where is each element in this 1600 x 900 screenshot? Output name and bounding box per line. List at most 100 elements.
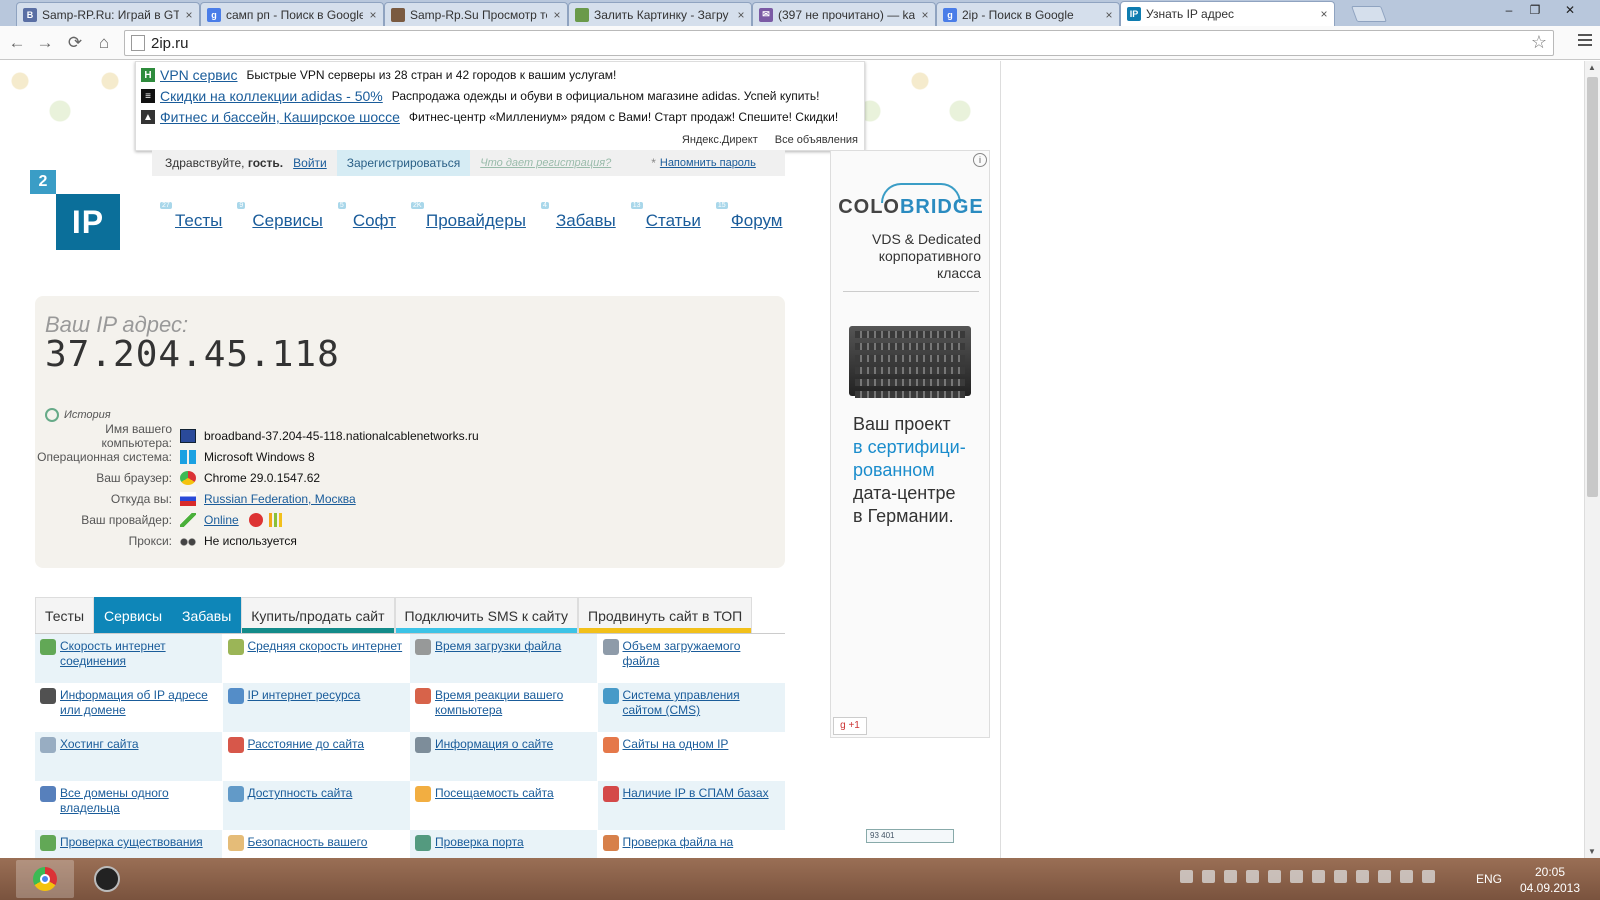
all-ads-link[interactable]: Все объявления [775, 134, 858, 146]
section-tab[interactable]: Продвинуть сайт в ТОП [578, 597, 753, 633]
browser-tab[interactable]: g 2ip - Поиск в Google × [936, 2, 1120, 26]
register-button[interactable]: Зарегистрироваться [336, 150, 471, 176]
browser-tab[interactable]: g самп рп - Поиск в Google × [200, 2, 384, 26]
logo-ip[interactable]: IP [56, 194, 120, 250]
service-item[interactable]: Проверка порта [410, 830, 597, 858]
service-item[interactable]: Проверка файла на [598, 830, 785, 858]
tray-bluetooth-icon[interactable] [1246, 870, 1259, 883]
address-url[interactable]: 2ip.ru [151, 35, 189, 52]
service-link[interactable]: Посещаемость сайта [435, 786, 554, 801]
nav-link[interactable]: Статьи [646, 211, 701, 230]
nav-link[interactable]: Форум [731, 211, 783, 230]
tray-speaker-muted-icon[interactable] [1290, 870, 1303, 883]
tray-nvidia-icon[interactable] [1312, 870, 1325, 883]
section-tab[interactable]: Забавы [172, 597, 242, 633]
direct-ad-title[interactable]: VPN сервис [160, 67, 238, 83]
service-link[interactable]: IP интернет ресурса [248, 688, 361, 703]
service-item[interactable]: Расстояние до сайта [223, 732, 410, 781]
ad-info-icon[interactable]: i [973, 153, 987, 167]
service-link[interactable]: Все домены одного владельца [60, 786, 217, 816]
tray-arrow-icon[interactable] [1180, 870, 1193, 883]
service-item[interactable]: Доступность сайта [222, 781, 410, 830]
service-item[interactable]: Объем загружаемого файла [598, 634, 785, 683]
close-window-button[interactable]: ✕ [1548, 0, 1592, 20]
ip-info-value[interactable]: Online [204, 513, 239, 527]
browser-tab[interactable]: B Samp-RP.Ru: Играй в GTA × [16, 2, 200, 26]
yandex-direct-link[interactable]: Яндекс.Директ [682, 134, 758, 146]
nav-link[interactable]: Провайдеры [426, 211, 526, 230]
minimize-button[interactable]: ‒ [1496, 0, 1522, 20]
address-bar[interactable]: 2ip.ru ☆ [124, 30, 1554, 56]
nav-link[interactable]: Тесты [175, 211, 222, 230]
service-item[interactable]: Информация об IP адресе или домене [35, 683, 222, 732]
bookmark-star-icon[interactable]: ☆ [1531, 32, 1547, 53]
chrome-taskbar-button[interactable] [16, 860, 74, 898]
service-item[interactable]: Скорость интернет соединения [35, 634, 222, 683]
tray-usb-icon[interactable] [1224, 870, 1237, 883]
service-item[interactable]: Информация о сайте [410, 732, 597, 781]
service-link[interactable]: Хостинг сайта [60, 737, 139, 752]
service-item[interactable]: Посещаемость сайта [410, 781, 597, 830]
forward-button[interactable]: → [34, 32, 56, 54]
service-item[interactable]: Безопасность вашего [223, 830, 410, 858]
tray-app-icon[interactable] [1202, 870, 1215, 883]
service-link[interactable]: Средняя скорость интернет [248, 639, 403, 654]
service-link[interactable]: Время реакции вашего компьютера [435, 688, 592, 718]
service-item[interactable]: Система управления сайтом (CMS) [597, 683, 785, 732]
service-link[interactable]: Время загрузки файла [435, 639, 561, 654]
browser-tab[interactable]: ✉ (397 не прочитано) — ka × [752, 2, 936, 26]
colobridge-ad-banner[interactable]: i COLOBRIDGE VDS & Dedicated корпоративн… [830, 150, 990, 738]
tray-power-icon[interactable] [1422, 870, 1435, 883]
direct-ad-title[interactable]: Скидки на коллекции adidas - 50% [160, 88, 383, 104]
close-tab-icon[interactable]: × [551, 8, 563, 22]
service-item[interactable]: Наличие IP в СПАМ базах [597, 781, 785, 830]
service-item[interactable]: IP интернет ресурса [222, 683, 410, 732]
service-item[interactable]: Время загрузки файла [410, 634, 597, 683]
browser-tab[interactable]: Залить Картинку - Загру × [568, 2, 752, 26]
service-link[interactable]: Информация об IP адресе или домене [60, 688, 217, 718]
steam-taskbar-button[interactable] [78, 860, 136, 898]
service-link[interactable]: Наличие IP в СПАМ базах [623, 786, 769, 801]
service-link[interactable]: Безопасность вашего [248, 835, 368, 850]
reload-button[interactable]: ⟳ [64, 32, 86, 54]
chrome-menu-icon[interactable] [1578, 34, 1592, 49]
service-link[interactable]: Проверка файла на [623, 835, 734, 850]
nav-link[interactable]: Забавы [556, 211, 616, 230]
home-button[interactable]: ⌂ [93, 32, 115, 54]
section-tab[interactable]: Купить/продать сайт [241, 597, 395, 633]
service-link[interactable]: Система управления сайтом (CMS) [623, 688, 780, 718]
close-tab-icon[interactable]: × [1103, 8, 1115, 22]
service-link[interactable]: Сайты на одном IP [623, 737, 729, 752]
language-indicator[interactable]: ENG [1476, 872, 1502, 886]
back-button[interactable]: ← [6, 32, 28, 54]
browser-tab[interactable]: Samp-Rp.Su Просмотр те × [384, 2, 568, 26]
close-tab-icon[interactable]: × [1318, 7, 1330, 21]
new-tab-button[interactable] [1351, 6, 1387, 22]
service-link[interactable]: Объем загружаемого файла [623, 639, 780, 669]
browser-tab[interactable]: IP Узнать IP адрес × [1120, 1, 1335, 26]
tray-volume-icon[interactable] [1400, 870, 1413, 883]
close-tab-icon[interactable]: × [367, 8, 379, 22]
logo-2-badge[interactable]: 2 [30, 170, 56, 194]
maximize-button[interactable]: ❐ [1522, 0, 1548, 20]
scroll-up-arrow-icon[interactable]: ▲ [1588, 63, 1596, 72]
section-tab[interactable]: Тесты [35, 597, 95, 633]
service-link[interactable]: Расстояние до сайта [248, 737, 365, 752]
ip-info-value[interactable]: Russian Federation, Москва [204, 492, 356, 506]
why-register-link[interactable]: Что дает регистрация? [480, 157, 611, 169]
tray-network-icon[interactable] [1378, 870, 1391, 883]
tray-monitor-icon[interactable] [1268, 870, 1281, 883]
nav-link[interactable]: Софт [353, 211, 396, 230]
login-link[interactable]: Войти [293, 156, 327, 170]
tray-flag-icon[interactable] [1356, 870, 1369, 883]
service-link[interactable]: Проверка порта [435, 835, 524, 850]
direct-ad-title[interactable]: Фитнес и бассейн, Каширское шоссе [160, 109, 400, 125]
provider-rating-icon[interactable] [248, 513, 263, 527]
service-link[interactable]: Скорость интернет соединения [60, 639, 217, 669]
service-item[interactable]: Хостинг сайта [35, 732, 222, 781]
service-link[interactable]: Проверка существования [60, 835, 203, 850]
scroll-down-arrow-icon[interactable]: ▼ [1588, 847, 1596, 856]
clock[interactable]: 20:05 04.09.2013 [1510, 864, 1590, 896]
service-item[interactable]: Сайты на одном IP [598, 732, 785, 781]
service-item[interactable]: Проверка существования [35, 830, 222, 858]
